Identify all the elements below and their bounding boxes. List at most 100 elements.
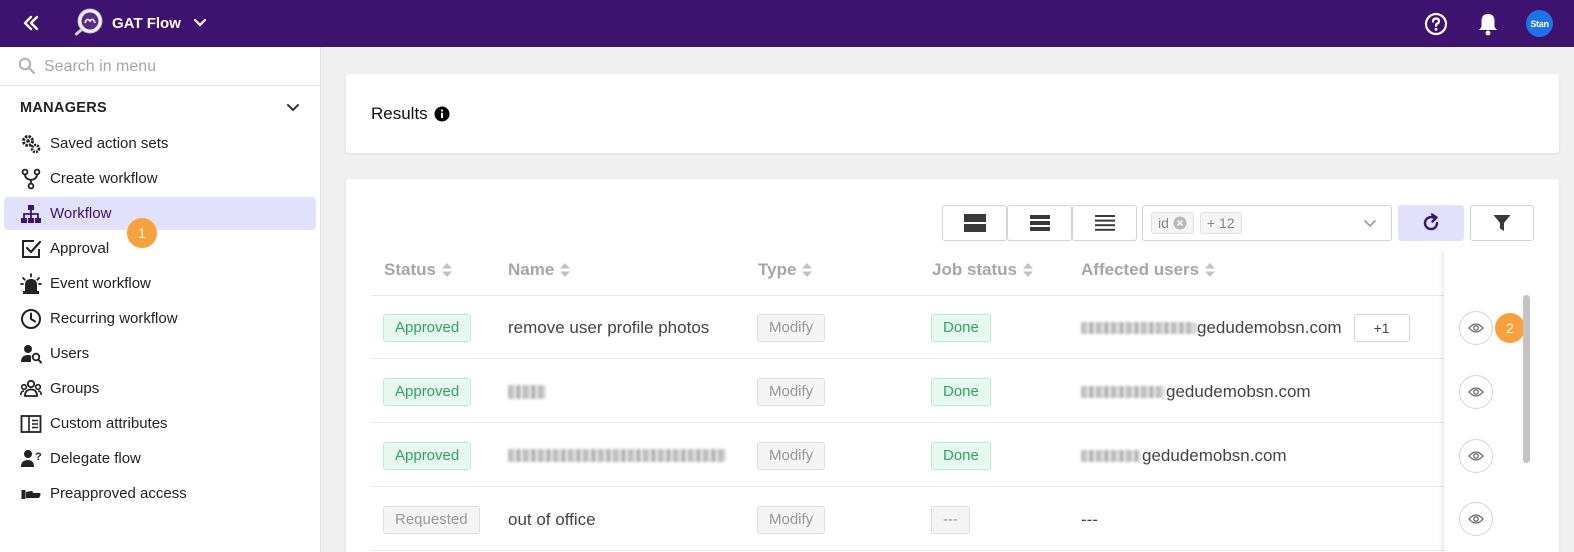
chevron-down-icon	[287, 104, 299, 112]
column-header-job-status[interactable]: Job status	[932, 259, 1034, 281]
chevron-down-icon	[1363, 219, 1377, 228]
sidebar-item-label: Approval	[50, 240, 110, 257]
sidebar-item-label: Event workflow	[50, 275, 151, 292]
view-details-button[interactable]	[1459, 502, 1493, 536]
column-selector[interactable]: id + 12	[1142, 205, 1392, 241]
sidebar-item-approval[interactable]: Approval	[4, 232, 316, 265]
app-title: GAT Flow	[112, 14, 181, 32]
density-medium-button[interactable]	[1007, 205, 1072, 241]
column-header-type[interactable]: Type	[758, 259, 813, 281]
sidebar-item-label: Users	[50, 345, 90, 362]
sidebar-item-label: Create workflow	[50, 170, 158, 187]
annotation-badge: 2	[1495, 313, 1525, 343]
collapse-sidebar-icon[interactable]	[18, 11, 44, 35]
gat-flow-logo-icon	[74, 8, 103, 36]
sidebar-item-saved-action-sets[interactable]: Saved action sets	[4, 127, 316, 160]
header-label: Type	[758, 260, 797, 279]
column-header-affected-users[interactable]: Affected users	[1081, 259, 1216, 281]
sidebar-menu: Saved action sets Create workflow Workfl…	[4, 127, 316, 512]
info-icon[interactable]	[434, 106, 450, 122]
sidebar-item-create-workflow[interactable]: Create workflow	[4, 162, 316, 195]
redacted-text	[508, 449, 726, 462]
refresh-button[interactable]	[1398, 205, 1464, 241]
panel-icon	[20, 413, 42, 435]
sidebar: MANAGERS Saved action sets Create workfl…	[0, 47, 321, 552]
rows-compact-icon	[1094, 215, 1115, 231]
sidebar-item-event-workflow[interactable]: Event workflow	[4, 267, 316, 300]
eye-icon	[1468, 514, 1484, 524]
view-details-button[interactable]	[1459, 311, 1493, 345]
sort-icon	[1205, 263, 1216, 277]
table-row[interactable]: Approved Modify Done gedudemobsn.com	[371, 360, 1444, 423]
eye-icon	[1468, 451, 1484, 461]
view-details-button[interactable]	[1459, 439, 1493, 473]
workflow-name[interactable]: remove user profile photos	[508, 318, 709, 338]
vertical-scrollbar[interactable]	[1523, 295, 1530, 463]
hierarchy-icon	[20, 203, 42, 225]
results-title: Results	[371, 104, 428, 123]
search-icon	[18, 57, 36, 75]
sidebar-item-users[interactable]: Users	[4, 337, 316, 370]
type-badge: Modify	[757, 505, 826, 534]
avatar[interactable]: Stan	[1526, 10, 1553, 37]
section-managers-toggle[interactable]: MANAGERS	[20, 97, 300, 119]
header-label: Affected users	[1081, 260, 1200, 279]
status-badge: Requested	[383, 505, 480, 534]
column-header-name[interactable]: Name	[508, 259, 571, 281]
refresh-icon	[1423, 213, 1439, 231]
redacted-text	[1081, 321, 1196, 334]
filter-icon	[1493, 215, 1511, 231]
sort-icon	[1023, 263, 1034, 277]
section-title: MANAGERS	[20, 100, 107, 116]
siren-icon	[20, 272, 42, 295]
results-card: Results	[346, 74, 1559, 153]
sidebar-item-label: Delegate flow	[50, 450, 141, 467]
menu-search	[0, 47, 320, 86]
sort-icon	[441, 263, 452, 277]
header-label: Status	[384, 260, 436, 279]
affected-user: ---	[1081, 509, 1098, 529]
column-tag: id	[1151, 212, 1194, 234]
sidebar-item-workflow[interactable]: Workflow 1	[4, 197, 316, 248]
rows-large-icon	[963, 214, 986, 232]
table-row[interactable]: Approved Modify Done gedudemobsn.com	[371, 424, 1444, 487]
job-status-badge: ---	[931, 505, 970, 534]
sidebar-item-preapproved-access[interactable]: Preapproved access	[4, 477, 316, 510]
sidebar-item-recurring-workflow[interactable]: Recurring workflow	[4, 302, 316, 335]
sidebar-item-label: Recurring workflow	[50, 310, 178, 327]
redacted-text	[508, 384, 546, 399]
user-question-icon: ?	[20, 448, 42, 470]
clock-icon	[20, 308, 42, 330]
search-input[interactable]	[44, 55, 304, 79]
sidebar-item-custom-attributes[interactable]: Custom attributes	[4, 407, 316, 440]
sidebar-item-label: Workflow	[50, 205, 112, 222]
status-badge: Approved	[383, 313, 472, 342]
type-badge: Modify	[757, 377, 826, 406]
redacted-text	[1081, 449, 1141, 462]
hand-icon	[20, 483, 42, 505]
density-large-button[interactable]	[942, 205, 1007, 241]
sidebar-item-groups[interactable]: Groups	[4, 372, 316, 405]
help-icon[interactable]	[1423, 11, 1449, 37]
notifications-bell-icon[interactable]	[1475, 11, 1501, 37]
table-row[interactable]: Requested out of office Modify --- ---	[371, 488, 1444, 551]
job-status-badge: Done	[931, 377, 991, 406]
affected-user: gedudemobsn.com	[1197, 317, 1342, 337]
app-switcher[interactable]: GAT Flow	[72, 6, 207, 40]
view-details-button[interactable]	[1459, 375, 1493, 409]
more-users-button[interactable]: +1	[1353, 313, 1410, 342]
table-row[interactable]: Approved remove user profile photos Modi…	[371, 296, 1444, 359]
sidebar-item-delegate-flow[interactable]: ? Delegate flow	[4, 442, 316, 475]
column-header-status[interactable]: Status	[384, 259, 452, 281]
workflow-name[interactable]: out of office	[508, 510, 596, 530]
remove-tag-icon[interactable]	[1173, 216, 1187, 230]
column-tag-label: id	[1158, 215, 1169, 231]
filter-button[interactable]	[1470, 205, 1534, 241]
rows-medium-icon	[1029, 215, 1050, 231]
table-card: id + 12 Status Name Type Job status Affe…	[346, 179, 1559, 552]
type-badge: Modify	[757, 313, 826, 342]
density-compact-button[interactable]	[1072, 205, 1137, 241]
header-label: Name	[508, 260, 555, 279]
page-title: Results	[371, 104, 450, 124]
sidebar-item-label: Saved action sets	[50, 135, 169, 152]
